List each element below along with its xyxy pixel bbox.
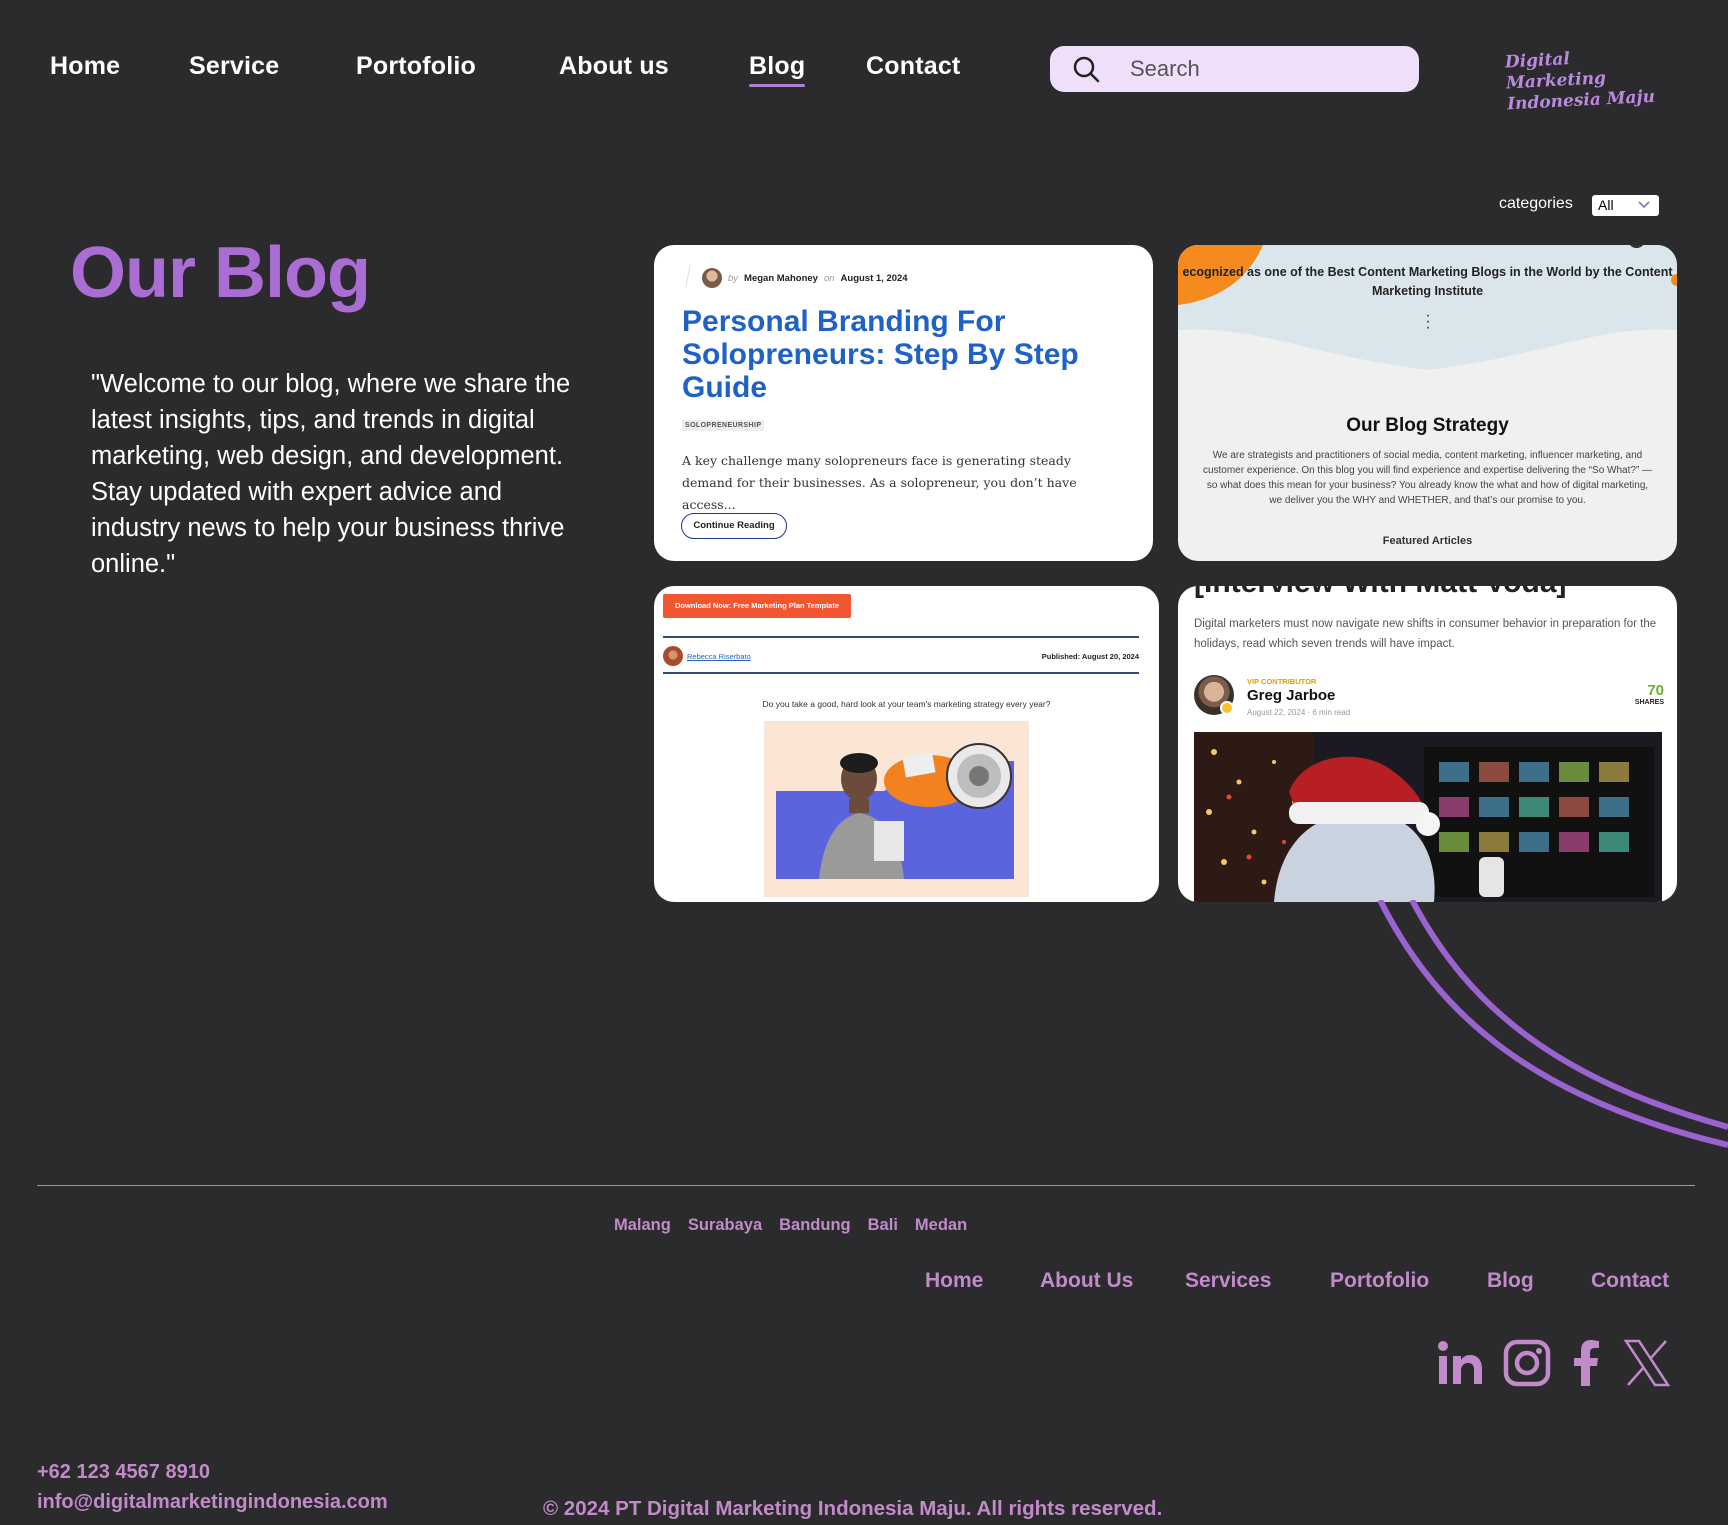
nav-contact[interactable]: Contact	[866, 52, 960, 81]
download-template-button[interactable]: Download Now: Free Marketing Plan Templa…	[663, 594, 851, 618]
x-icon[interactable]	[1622, 1338, 1672, 1388]
footer-nav-contact[interactable]: Contact	[1591, 1269, 1669, 1293]
blog-card-strategy[interactable]: ecognized as one of the Best Content Mar…	[1178, 245, 1677, 561]
nav-home[interactable]: Home	[50, 52, 120, 81]
strategy-body: We are strategists and practitioners of …	[1202, 450, 1653, 506]
search-icon	[1073, 56, 1100, 83]
star-badge-icon	[1220, 701, 1234, 715]
share-count-number: 70	[1647, 682, 1664, 699]
instagram-icon[interactable]	[1502, 1338, 1552, 1388]
author-name[interactable]: Greg Jarboe	[1247, 687, 1335, 704]
post-tag[interactable]: SOLOPRENEURSHIP	[682, 420, 765, 431]
contact-email[interactable]: info@digitalmarketingindonesia.com	[37, 1491, 388, 1514]
author-avatar	[663, 646, 683, 666]
blog-card-marketing-plan[interactable]: Download Now: Free Marketing Plan Templa…	[654, 586, 1159, 902]
author-name[interactable]: Megan Mahoney	[744, 273, 818, 284]
post-date: August 1, 2024	[840, 272, 908, 284]
post-intro: Do you take a good, hard look at your te…	[762, 699, 1051, 709]
search-input[interactable]	[1130, 52, 1400, 86]
banner-text: ecognized as one of the Best Content Mar…	[1182, 265, 1673, 298]
categories-selected-value: All	[1598, 197, 1614, 213]
divider	[663, 672, 1139, 674]
post-excerpt: Digital marketers must now navigate new …	[1194, 618, 1657, 650]
footer-nav-services[interactable]: Services	[1185, 1269, 1271, 1293]
brand-logo[interactable]: Digital Marketing Indonesia Maju	[1504, 44, 1677, 116]
on-label: on	[823, 272, 835, 284]
share-count-label: SHARES	[1634, 699, 1664, 706]
linkedin-icon[interactable]	[1436, 1338, 1486, 1388]
post-date: August 22, 2024 · 6 min read	[1247, 708, 1351, 717]
contributor-badge: VIP CONTRIBUTOR	[1247, 677, 1317, 686]
search-bar[interactable]	[1050, 46, 1419, 92]
share-count: 70 SHARES	[1635, 682, 1664, 706]
divider-decoration	[685, 264, 691, 288]
nav-portofolio[interactable]: Portofolio	[356, 52, 476, 81]
footer-nav-home[interactable]: Home	[925, 1269, 983, 1293]
by-label: by	[728, 272, 739, 284]
copyright-text: © 2024 PT Digital Marketing Indonesia Ma…	[543, 1497, 1163, 1520]
decorative-arcs	[1377, 900, 1728, 1148]
footer-cities: Malang Surabaya Bandung Bali Medan	[614, 1216, 967, 1235]
footer-nav-about-us[interactable]: About Us	[1040, 1269, 1133, 1293]
city-malang: Malang	[614, 1216, 671, 1234]
contact-phone[interactable]: +62 123 4567 8910	[37, 1461, 210, 1484]
categories-label: categories	[1499, 195, 1573, 212]
intro-text: "Welcome to our blog, where we share the…	[91, 370, 571, 578]
city-bali: Bali	[867, 1216, 898, 1234]
footer-nav-portofolio[interactable]: Portofolio	[1330, 1269, 1429, 1293]
blog-card-holiday-trends[interactable]: [Interview With Matt Voda] Digital marke…	[1178, 586, 1677, 902]
post-date: Published: August 20, 2024	[1041, 652, 1139, 661]
santa-tv-image	[1194, 732, 1662, 902]
featured-articles-label[interactable]: Featured Articles	[1178, 535, 1677, 547]
post-excerpt: A key challenge many solopreneurs face i…	[682, 453, 1077, 512]
author-avatar	[702, 268, 722, 288]
marketing-illustration-image	[764, 721, 1029, 897]
categories-select[interactable]: All	[1592, 195, 1659, 216]
nav-service[interactable]: Service	[189, 52, 279, 81]
blog-card-personal-branding[interactable]: by Megan Mahoney on August 1, 2024 Perso…	[654, 245, 1153, 561]
footer-divider	[37, 1185, 1695, 1186]
city-bandung: Bandung	[779, 1216, 851, 1234]
strategy-heading: Our Blog Strategy	[1346, 415, 1509, 436]
author-name[interactable]: Rebecca Riserbato	[687, 652, 751, 661]
page-title: Our Blog	[70, 233, 371, 313]
post-meta: by Megan Mahoney on August 1, 2024	[702, 268, 908, 288]
divider	[663, 636, 1139, 638]
nav-blog[interactable]: Blog	[749, 52, 806, 87]
footer-nav-blog[interactable]: Blog	[1487, 1269, 1534, 1293]
chevron-down-icon	[1638, 201, 1650, 209]
post-author[interactable]: Rebecca Riserbato	[663, 646, 751, 666]
nav-about-us[interactable]: About us	[559, 52, 669, 81]
post-title[interactable]: Personal Branding For Solopreneurs: Step…	[682, 305, 1122, 404]
city-medan: Medan	[914, 1216, 968, 1234]
post-title[interactable]: [Interview With Matt Voda]	[1194, 586, 1567, 600]
more-vertical-icon[interactable]: · · ·	[1425, 308, 1431, 336]
city-surabaya: Surabaya	[687, 1216, 763, 1234]
facebook-icon[interactable]	[1562, 1338, 1612, 1388]
continue-reading-button[interactable]: Continue Reading	[681, 513, 787, 539]
